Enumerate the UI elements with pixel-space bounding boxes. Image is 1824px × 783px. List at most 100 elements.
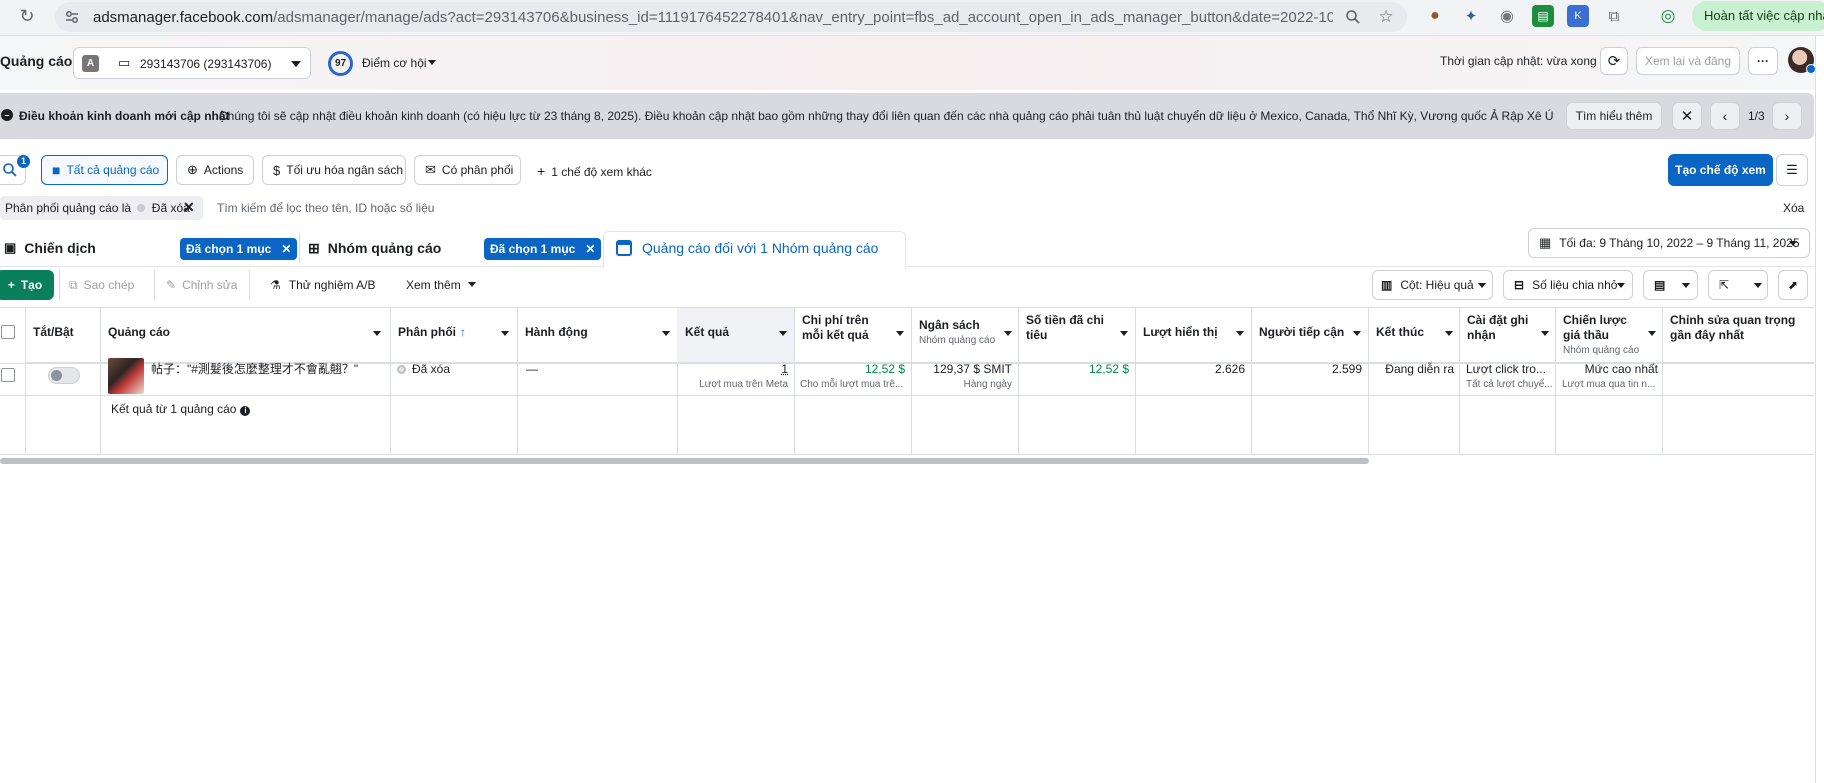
view-delivering[interactable]: ✉ Có phân phối xyxy=(414,155,521,185)
ab-test-button[interactable]: ⚗ Thử nghiệm A/B xyxy=(260,270,384,300)
results-value[interactable]: 1 xyxy=(680,362,788,377)
customize-button[interactable]: ☰ xyxy=(1776,154,1808,186)
url-host: adsmanager.facebook.com xyxy=(93,9,273,26)
previous-notice-button[interactable]: ‹ xyxy=(1710,102,1740,130)
close-icon[interactable]: ✕ xyxy=(585,242,595,256)
refresh-button[interactable]: ⟳ xyxy=(1600,47,1628,75)
tab-label: Quảng cáo đối với 1 Nhóm quảng cáo xyxy=(642,240,878,256)
date-range-picker[interactable]: ▦ Tối đa: 9 Tháng 10, 2022 – 9 Tháng 11, … xyxy=(1528,228,1810,258)
ad-thumbnail[interactable] xyxy=(108,358,144,394)
filter-search-input[interactable]: Tìm kiếm để lọc theo tên, ID hoặc số liệ… xyxy=(217,201,434,215)
calendar-icon: ▦ xyxy=(1539,235,1551,251)
close-notice-button[interactable]: ✕ xyxy=(1672,102,1702,130)
vertical-scrollbar[interactable] xyxy=(1815,36,1824,783)
export-icon: ⇱ xyxy=(1719,278,1729,292)
profile-icon[interactable]: ◎ xyxy=(1657,5,1679,27)
tab-label: Chiến dịch xyxy=(24,240,96,256)
edit-button[interactable]: ✎ Chỉnh sửa xyxy=(166,278,237,292)
next-notice-button[interactable]: › xyxy=(1772,102,1802,130)
charts-button[interactable]: ⬈ xyxy=(1778,270,1808,300)
tab-adsets[interactable]: ⊞ Nhóm quảng cáo xyxy=(308,230,441,266)
header-budget[interactable]: Ngân sách Nhóm quảng cáo xyxy=(912,307,1018,363)
results-cell[interactable]: 1 Lượt mua trên Meta xyxy=(680,362,788,392)
export-button[interactable]: ⇱ xyxy=(1708,270,1768,300)
header-amount-spent[interactable]: Số tiền đã chi tiêu xyxy=(1019,307,1135,363)
arrow-up-circle-icon: ⊕ xyxy=(187,162,198,178)
opportunity-score-icon[interactable]: 97 xyxy=(328,51,353,76)
sliders-icon: ☰ xyxy=(1786,162,1798,178)
tab-campaigns[interactable]: ▣ Chiến dịch xyxy=(4,230,96,266)
header-ad[interactable]: Quảng cáo xyxy=(101,307,390,363)
header-delivery[interactable]: Phân phối ↑ xyxy=(391,307,517,363)
more-views-link[interactable]: +1 chế độ xem khác xyxy=(537,163,652,179)
select-all-checkbox[interactable] xyxy=(1,325,15,339)
header-cost-per-result[interactable]: Chi phí trên mỗi kết quả xyxy=(795,307,911,363)
chevron-down-icon xyxy=(1789,241,1797,246)
extension-icon[interactable]: ◉ xyxy=(1496,5,1518,27)
breakdown-icon: ⊟ xyxy=(1514,278,1524,292)
header-attribution[interactable]: Cài đặt ghi nhận xyxy=(1460,307,1555,363)
view-all-ads[interactable]: ■ Tất cả quảng cáo xyxy=(41,155,168,185)
campaign-selected-badge[interactable]: Đã chọn 1 mục ✕ xyxy=(180,238,297,260)
remove-filter-icon[interactable]: ✕ xyxy=(183,199,195,216)
more-button[interactable]: ··· xyxy=(1748,47,1778,75)
chevron-down-icon xyxy=(373,331,381,336)
ad-name-link[interactable]: 帖子："#測髮後怎麼整理才不會亂翹？" xyxy=(151,362,387,377)
sheets-extension-icon[interactable]: ▤ xyxy=(1532,5,1554,27)
close-icon[interactable]: ✕ xyxy=(281,242,291,256)
header-sublabel: Nhóm quảng cáo xyxy=(1563,343,1640,358)
header-action[interactable]: Hành động xyxy=(518,307,677,363)
header-ends[interactable]: Kết thúc xyxy=(1369,307,1459,363)
budget-cell[interactable]: 129,37 $ SMIT Hàng ngày xyxy=(914,362,1012,392)
reload-icon[interactable]: ↻ xyxy=(16,5,38,27)
filter-chip[interactable]: Phân phối quảng cáo là Đã xóa ✕ xyxy=(0,196,203,220)
chevron-down-icon xyxy=(1478,283,1486,288)
duplicate-button[interactable]: ⧉ Sao chép xyxy=(69,278,134,293)
create-button[interactable]: + Tạo xyxy=(0,270,54,300)
header-toggle[interactable]: Tắt/Bật xyxy=(26,307,100,363)
view-actions[interactable]: ⊕ Actions xyxy=(176,155,254,185)
review-publish-button[interactable]: Xem lại và đăng xyxy=(1636,47,1740,75)
learn-more-button[interactable]: Tìm hiểu thêm xyxy=(1566,102,1662,130)
address-bar[interactable]: adsmanager.facebook.com/adsmanager/manag… xyxy=(55,2,1407,32)
cookie-extension-icon[interactable]: ● xyxy=(1424,5,1446,27)
view-budget-optimization[interactable]: $ Tối ưu hóa ngân sách xyxy=(262,155,406,185)
bookmark-star-icon[interactable]: ☆ xyxy=(1375,6,1397,28)
opportunity-score-label[interactable]: Điểm cơ hội xyxy=(362,56,427,70)
header-bid-strategy[interactable]: Chiến lược giá thầu Nhóm quảng cáo xyxy=(1556,307,1662,363)
account-selector[interactable]: A ▭ 293143706 (293143706) xyxy=(73,47,311,79)
row-divider xyxy=(0,395,1814,396)
header-results[interactable]: Kết quả xyxy=(678,307,794,363)
create-view-button[interactable]: Tạo chế độ xem xyxy=(1668,154,1773,186)
horizontal-scrollbar[interactable] xyxy=(0,458,1369,464)
header-reach[interactable]: Người tiếp cận xyxy=(1252,307,1368,363)
info-icon[interactable]: i xyxy=(240,406,250,416)
clear-filters-link[interactable]: Xóa xyxy=(1783,201,1804,215)
row-checkbox[interactable] xyxy=(1,368,15,382)
action-value: — xyxy=(526,362,538,377)
site-info-icon[interactable] xyxy=(61,6,83,28)
extension-icon[interactable]: ✦ xyxy=(1460,5,1482,27)
puzzle-extensions-icon[interactable]: ⧉ xyxy=(1603,5,1625,27)
header-last-edit[interactable]: Chỉnh sửa quan trọng gần đây nhất xyxy=(1663,307,1814,363)
budget-value[interactable]: 129,37 $ SMIT xyxy=(914,362,1012,377)
columns-icon: ▥ xyxy=(1381,278,1392,292)
chevron-down-icon xyxy=(291,61,301,67)
chevron-left-icon: ‹ xyxy=(1723,108,1728,124)
columns-selector[interactable]: ▥ Cột: Hiệu quả xyxy=(1372,270,1493,300)
zoom-icon[interactable] xyxy=(1342,6,1364,28)
on-off-toggle[interactable] xyxy=(48,367,80,384)
chevron-down-icon[interactable] xyxy=(428,60,436,65)
update-button[interactable]: Hoàn tất việc cập nhật xyxy=(1692,1,1824,31)
reports-button[interactable]: ▤ xyxy=(1643,270,1698,300)
create-label: Tạo xyxy=(21,278,42,292)
tab-ads[interactable]: Quảng cáo đối với 1 Nhóm quảng cáo xyxy=(616,230,878,266)
extension-badge-icon[interactable]: K xyxy=(1567,5,1589,27)
header-impressions[interactable]: Lượt hiển thị xyxy=(1136,307,1251,363)
breakdown-selector[interactable]: ⊟ Số liệu chia nhỏ xyxy=(1503,270,1633,300)
plus-icon: + xyxy=(537,163,545,179)
more-actions-button[interactable]: Xem thêm xyxy=(398,270,482,300)
cost-per-result-cell: 12,52 $ Cho mỗi lượt mua trê... xyxy=(800,362,905,392)
adset-selected-badge[interactable]: Đã chọn 1 mục ✕ xyxy=(484,238,601,260)
flask-icon: ⚗ xyxy=(270,278,281,292)
